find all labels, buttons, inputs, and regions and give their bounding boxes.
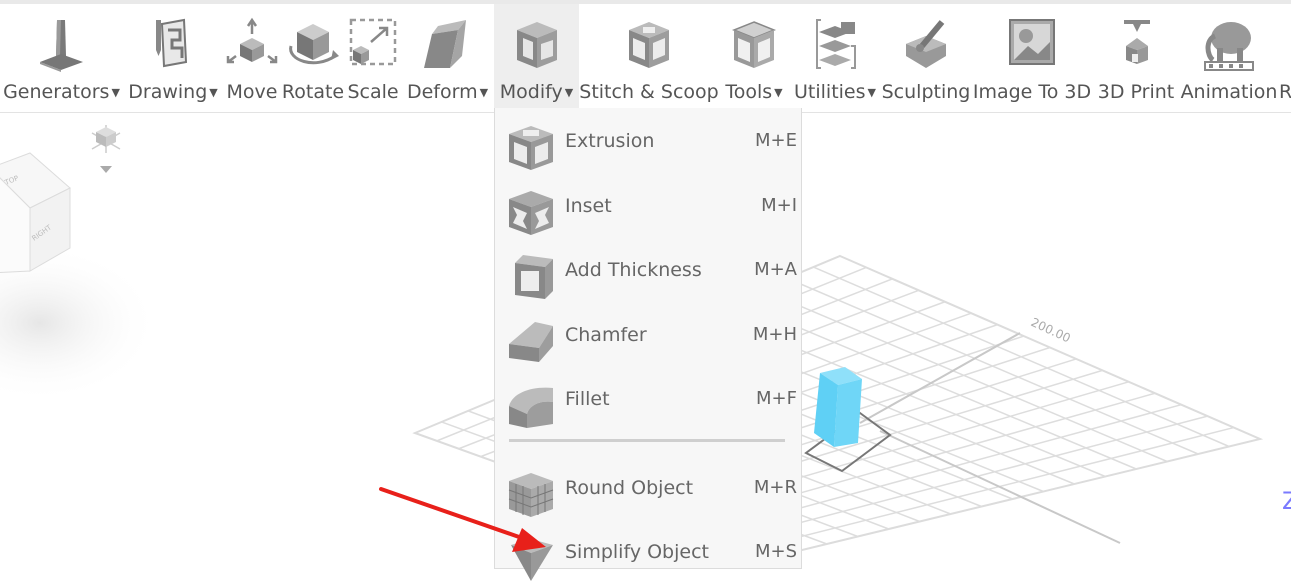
menu-item-chamfer[interactable]: Chamfer M+H: [495, 310, 801, 366]
toolbar-3d-print[interactable]: 3D Print: [1093, 4, 1179, 112]
scale-icon: [345, 16, 401, 76]
menu-item-extrusion[interactable]: Extrusion M+E: [495, 116, 801, 172]
add-thickness-icon: [505, 251, 559, 301]
menu-item-simplify-object-label: Simplify Object: [565, 541, 709, 563]
menu-item-round-object[interactable]: Round Object M+R: [495, 463, 801, 519]
menu-item-round-object-shortcut: M+R: [753, 477, 797, 498]
chevron-down-icon: ▼: [774, 86, 783, 99]
toolbar-sculpting-label: Sculpting: [881, 81, 971, 103]
fillet-icon: [505, 380, 559, 430]
sculpting-icon: [881, 16, 971, 76]
toolbar-rotate[interactable]: Rotate: [281, 4, 345, 112]
menu-item-round-object-label: Round Object: [565, 477, 694, 499]
toolbar-generators-label: Generators: [3, 81, 110, 103]
menu-item-inset[interactable]: Inset M+I: [495, 181, 801, 237]
toolbar-stitch-scoop[interactable]: Stitch & Scoop: [579, 4, 719, 112]
toolbar-modify-label: Modify: [499, 81, 563, 103]
toolbar-tools[interactable]: Tools ▼: [719, 4, 789, 112]
chevron-down-icon: ▼: [564, 86, 574, 99]
round-object-icon: [505, 469, 559, 519]
menu-item-fillet[interactable]: Fillet M+F: [495, 374, 801, 430]
image-to-3d-icon: [971, 16, 1093, 76]
deform-icon: [401, 16, 494, 76]
drawing-icon: [123, 16, 223, 76]
cube-object[interactable]: [814, 367, 862, 447]
toolbar-utilities[interactable]: Utilities ▼: [789, 4, 881, 112]
menu-item-fillet-label: Fillet: [565, 388, 610, 410]
chevron-down-icon: ▼: [867, 86, 876, 99]
move-icon: [223, 16, 281, 76]
chevron-down-icon: ▼: [111, 86, 120, 99]
toolbar-tools-label: Tools: [725, 81, 773, 103]
3d-print-icon: [1093, 16, 1179, 76]
toolbar-scale-label: Scale: [347, 81, 399, 103]
animation-icon: [1179, 16, 1279, 76]
toolbar-image-to-3d[interactable]: Image To 3D: [971, 4, 1093, 112]
menu-item-chamfer-shortcut: M+H: [752, 324, 797, 345]
stitch-scoop-icon: [579, 16, 719, 76]
toolbar-generators[interactable]: Generators ▼: [0, 4, 123, 112]
toolbar-3d-print-label: 3D Print: [1097, 81, 1175, 103]
menu-item-add-thickness-shortcut: M+A: [754, 259, 797, 280]
menu-item-simplify-object[interactable]: Simplify Object M+S: [495, 527, 801, 583]
menu-item-chamfer-label: Chamfer: [565, 324, 647, 346]
rotate-icon: [281, 16, 345, 76]
toolbar-stitch-scoop-label: Stitch & Scoop: [579, 81, 719, 103]
menu-item-inset-label: Inset: [565, 195, 612, 217]
toolbar-deform-label: Deform: [406, 81, 478, 103]
menu-item-fillet-shortcut: M+F: [756, 388, 797, 409]
menu-item-inset-shortcut: M+I: [761, 195, 797, 216]
menu-item-add-thickness[interactable]: Add Thickness M+A: [495, 245, 801, 301]
chevron-down-icon: ▼: [209, 86, 218, 99]
toolbar-image-to-3d-label: Image To 3D: [972, 81, 1092, 103]
generators-icon: [0, 16, 123, 76]
chevron-down-icon: ▼: [479, 86, 489, 99]
simplify-object-icon: [505, 533, 559, 583]
toolbar-drawing-label: Drawing: [128, 81, 208, 103]
inset-icon: [505, 187, 559, 237]
toolbar-animation[interactable]: Animation: [1179, 4, 1279, 112]
utilities-icon: [789, 16, 881, 76]
extrusion-icon: [505, 122, 559, 172]
modify-dropdown-menu: Extrusion M+E Inset M+I Add Thickness M+…: [494, 108, 802, 581]
toolbar-sculpting[interactable]: Sculpting: [881, 4, 971, 112]
toolbar-move-label: Move: [226, 81, 278, 103]
menu-item-add-thickness-label: Add Thickness: [565, 259, 702, 281]
axis-z-label: Z: [1282, 487, 1291, 515]
main-toolbar: Generators ▼ Drawing ▼ Move Rotate Scale D…: [0, 4, 1291, 113]
menu-item-extrusion-shortcut: M+E: [755, 130, 797, 151]
toolbar-modify[interactable]: Modify ▼: [494, 4, 579, 112]
toolbar-cutoff-item[interactable]: R: [1279, 4, 1291, 112]
tools-icon: [719, 16, 789, 76]
camera-view-icon[interactable]: [91, 125, 121, 153]
chamfer-icon: [505, 316, 559, 366]
toolbar-move[interactable]: Move: [223, 4, 281, 112]
toolbar-animation-label: Animation: [1180, 81, 1278, 103]
toolbar-utilities-label: Utilities: [794, 81, 866, 103]
modify-icon: [494, 16, 579, 76]
view-cube[interactable]: TOP RIGHT: [0, 152, 160, 403]
toolbar-rotate-label: Rotate: [281, 81, 345, 103]
menu-item-extrusion-label: Extrusion: [565, 130, 655, 152]
toolbar-cutoff-label: R: [1279, 81, 1291, 103]
caret-down-icon[interactable]: [100, 166, 112, 173]
menu-item-simplify-object-shortcut: M+S: [754, 541, 797, 562]
menu-divider: [509, 439, 785, 442]
toolbar-drawing[interactable]: Drawing ▼: [123, 4, 223, 112]
toolbar-scale[interactable]: Scale: [345, 4, 401, 112]
toolbar-deform[interactable]: Deform ▼: [401, 4, 494, 112]
